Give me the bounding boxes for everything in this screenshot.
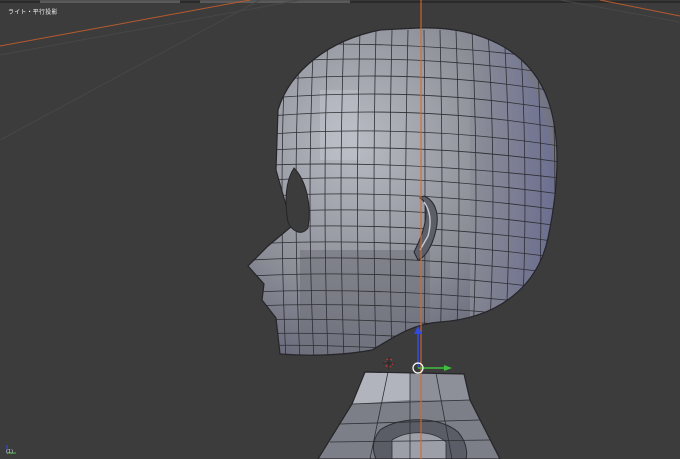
head-mesh — [247, 27, 558, 356]
3d-cursor — [383, 357, 395, 369]
orientation-axis-widget: (1) — [4, 441, 26, 455]
view-mode-label: ライト・平行投影 — [8, 9, 58, 16]
body-mesh — [317, 371, 501, 459]
3d-viewport[interactable]: ライト・平行投影 (1) — [0, 0, 680, 459]
object-label: (1) — [6, 449, 14, 455]
transform-gizmo — [412, 326, 452, 374]
x-axis-line-right — [599, 0, 680, 17]
viewport-canvas — [0, 0, 680, 459]
